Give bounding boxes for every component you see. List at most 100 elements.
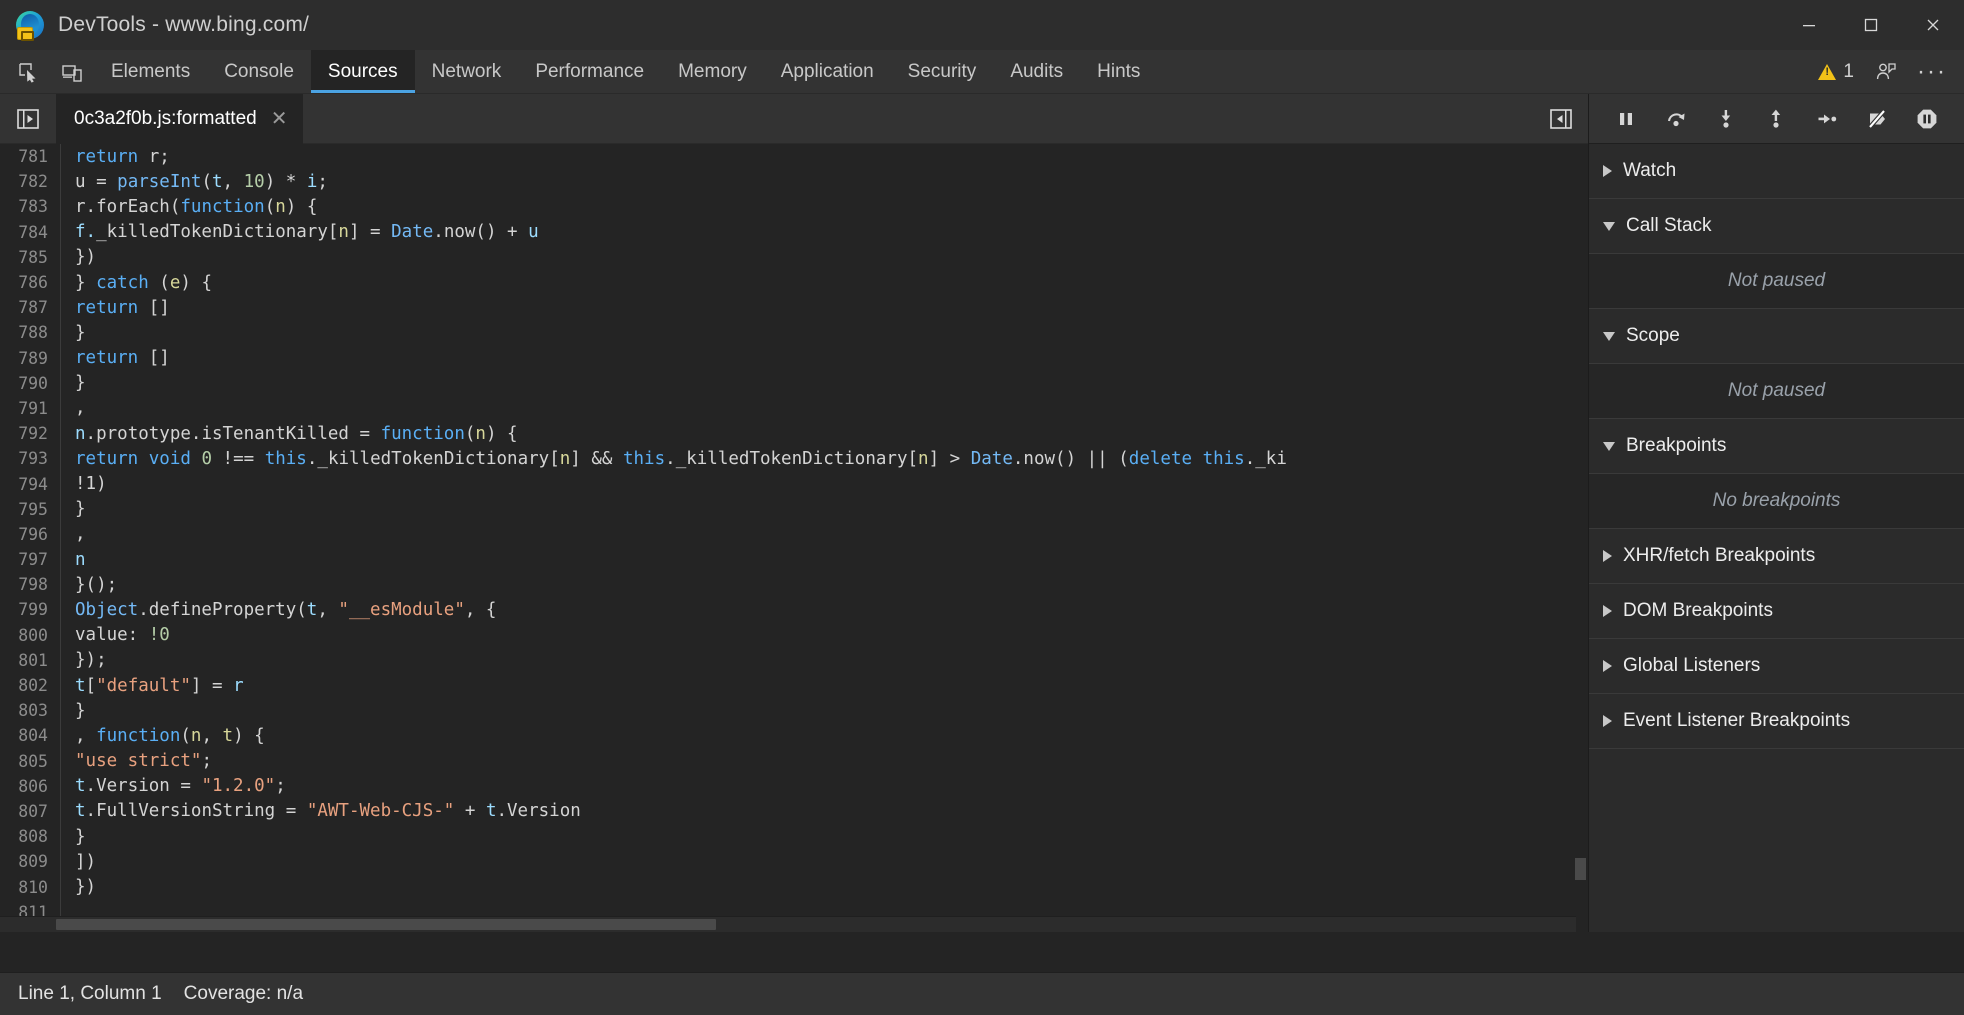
device-toolbar-icon[interactable] — [50, 50, 94, 93]
line-content[interactable]: } catch (e) { — [60, 270, 212, 295]
line-content[interactable]: } — [60, 497, 86, 522]
show-navigator-icon[interactable] — [0, 106, 56, 132]
line-number[interactable]: 784 — [0, 223, 60, 242]
pause-icon[interactable] — [1607, 100, 1645, 138]
line-content[interactable]: } — [60, 371, 86, 396]
line-content[interactable]: n.prototype.isTenantKilled = function(n)… — [60, 421, 518, 446]
section-header-call-stack[interactable]: Call Stack — [1589, 199, 1964, 254]
pause-on-exceptions-icon[interactable] — [1908, 100, 1946, 138]
line-content[interactable]: }) — [60, 245, 96, 270]
tab-memory[interactable]: Memory — [661, 50, 764, 93]
line-number[interactable]: 798 — [0, 575, 60, 594]
line-content[interactable]: t.Version = "1.2.0"; — [60, 774, 286, 799]
scrollbar-thumb[interactable] — [56, 919, 716, 930]
line-content[interactable]: , — [60, 522, 86, 547]
tab-security[interactable]: Security — [891, 50, 994, 93]
line-content[interactable]: , — [60, 396, 86, 421]
tab-elements[interactable]: Elements — [94, 50, 207, 93]
maximize-button[interactable] — [1840, 0, 1902, 50]
line-number[interactable]: 783 — [0, 197, 60, 216]
line-number[interactable]: 792 — [0, 424, 60, 443]
line-content[interactable]: value: !0 — [60, 623, 170, 648]
line-content[interactable]: } — [60, 824, 86, 849]
section-header-dom-breakpoints[interactable]: DOM Breakpoints — [1589, 584, 1964, 639]
line-number[interactable]: 807 — [0, 802, 60, 821]
line-content[interactable]: return void 0 !== this._killedTokenDicti… — [60, 446, 1287, 471]
line-content[interactable]: "use strict"; — [60, 749, 212, 774]
line-number[interactable]: 795 — [0, 500, 60, 519]
line-number[interactable]: 799 — [0, 600, 60, 619]
step-over-icon[interactable] — [1657, 100, 1695, 138]
send-feedback-icon[interactable] — [1866, 52, 1906, 92]
line-content[interactable]: return [] — [60, 346, 170, 371]
section-header-watch[interactable]: Watch — [1589, 144, 1964, 199]
editor-horizontal-scrollbar[interactable] — [0, 916, 1576, 932]
step-out-icon[interactable] — [1757, 100, 1795, 138]
section-header-event-listener-breakpoints[interactable]: Event Listener Breakpoints — [1589, 694, 1964, 749]
line-number[interactable]: 787 — [0, 298, 60, 317]
line-number[interactable]: 804 — [0, 726, 60, 745]
line-number[interactable]: 802 — [0, 676, 60, 695]
line-content[interactable]: u = parseInt(t, 10) * i; — [60, 169, 328, 194]
line-content[interactable]: ]) — [60, 849, 96, 874]
section-header-scope[interactable]: Scope — [1589, 309, 1964, 364]
line-number[interactable]: 794 — [0, 475, 60, 494]
line-content[interactable]: t.FullVersionString = "AWT-Web-CJS-" + t… — [60, 799, 581, 824]
scrollbar-thumb[interactable] — [1575, 858, 1586, 880]
line-number[interactable]: 803 — [0, 701, 60, 720]
step-icon[interactable] — [1808, 100, 1846, 138]
line-content[interactable]: f._killedTokenDictionary[n] = Date.now()… — [60, 220, 539, 245]
code-editor[interactable]: 781 return r;782 u = parseInt(t, 10) * i… — [0, 144, 1588, 932]
line-number[interactable]: 797 — [0, 550, 60, 569]
tab-sources[interactable]: Sources — [311, 50, 415, 93]
line-content[interactable]: t["default"] = r — [60, 673, 244, 698]
warning-count-badge[interactable]: 1 — [1812, 61, 1860, 83]
line-number[interactable]: 805 — [0, 752, 60, 771]
more-options-icon[interactable]: ··· — [1912, 52, 1952, 92]
line-number[interactable]: 806 — [0, 777, 60, 796]
line-content[interactable]: r.forEach(function(n) { — [60, 194, 317, 219]
tab-audits[interactable]: Audits — [993, 50, 1080, 93]
line-content[interactable]: }) — [60, 874, 96, 899]
section-header-breakpoints[interactable]: Breakpoints — [1589, 419, 1964, 474]
tab-console[interactable]: Console — [207, 50, 311, 93]
minimize-button[interactable] — [1778, 0, 1840, 50]
line-content[interactable]: } — [60, 698, 86, 723]
line-number[interactable]: 796 — [0, 525, 60, 544]
line-content[interactable]: , function(n, t) { — [60, 723, 265, 748]
close-button[interactable] — [1902, 0, 1964, 50]
line-number[interactable]: 782 — [0, 172, 60, 191]
line-number[interactable]: 793 — [0, 449, 60, 468]
line-number[interactable]: 786 — [0, 273, 60, 292]
line-number[interactable]: 790 — [0, 374, 60, 393]
deactivate-breakpoints-icon[interactable] — [1858, 100, 1896, 138]
tab-application[interactable]: Application — [764, 50, 891, 93]
line-number[interactable]: 801 — [0, 651, 60, 670]
file-tab-0c3a2f0b[interactable]: 0c3a2f0b.js:formatted ✕ — [56, 94, 303, 144]
section-header-xhr-fetch-breakpoints[interactable]: XHR/fetch Breakpoints — [1589, 529, 1964, 584]
line-content[interactable]: } — [60, 320, 86, 345]
editor-vertical-scrollbar[interactable] — [1572, 144, 1588, 916]
line-content[interactable]: return r; — [60, 144, 170, 169]
line-number[interactable]: 791 — [0, 399, 60, 418]
line-content[interactable]: !1) — [60, 471, 107, 496]
line-number[interactable]: 808 — [0, 827, 60, 846]
line-content[interactable]: }(); — [60, 572, 117, 597]
line-number[interactable]: 809 — [0, 852, 60, 871]
line-number[interactable]: 781 — [0, 147, 60, 166]
line-content[interactable]: }); — [60, 648, 107, 673]
tab-network[interactable]: Network — [415, 50, 519, 93]
inspect-element-icon[interactable] — [6, 50, 50, 93]
step-into-icon[interactable] — [1707, 100, 1745, 138]
line-number[interactable]: 788 — [0, 323, 60, 342]
line-number[interactable]: 810 — [0, 878, 60, 897]
line-content[interactable]: return [] — [60, 295, 170, 320]
section-header-global-listeners[interactable]: Global Listeners — [1589, 639, 1964, 694]
line-content[interactable]: n — [60, 547, 86, 572]
line-number[interactable]: 800 — [0, 626, 60, 645]
tab-performance[interactable]: Performance — [518, 50, 661, 93]
close-icon[interactable]: ✕ — [271, 109, 288, 129]
line-number[interactable]: 785 — [0, 248, 60, 267]
tab-hints[interactable]: Hints — [1080, 50, 1157, 93]
show-debugger-icon[interactable] — [1548, 106, 1574, 132]
